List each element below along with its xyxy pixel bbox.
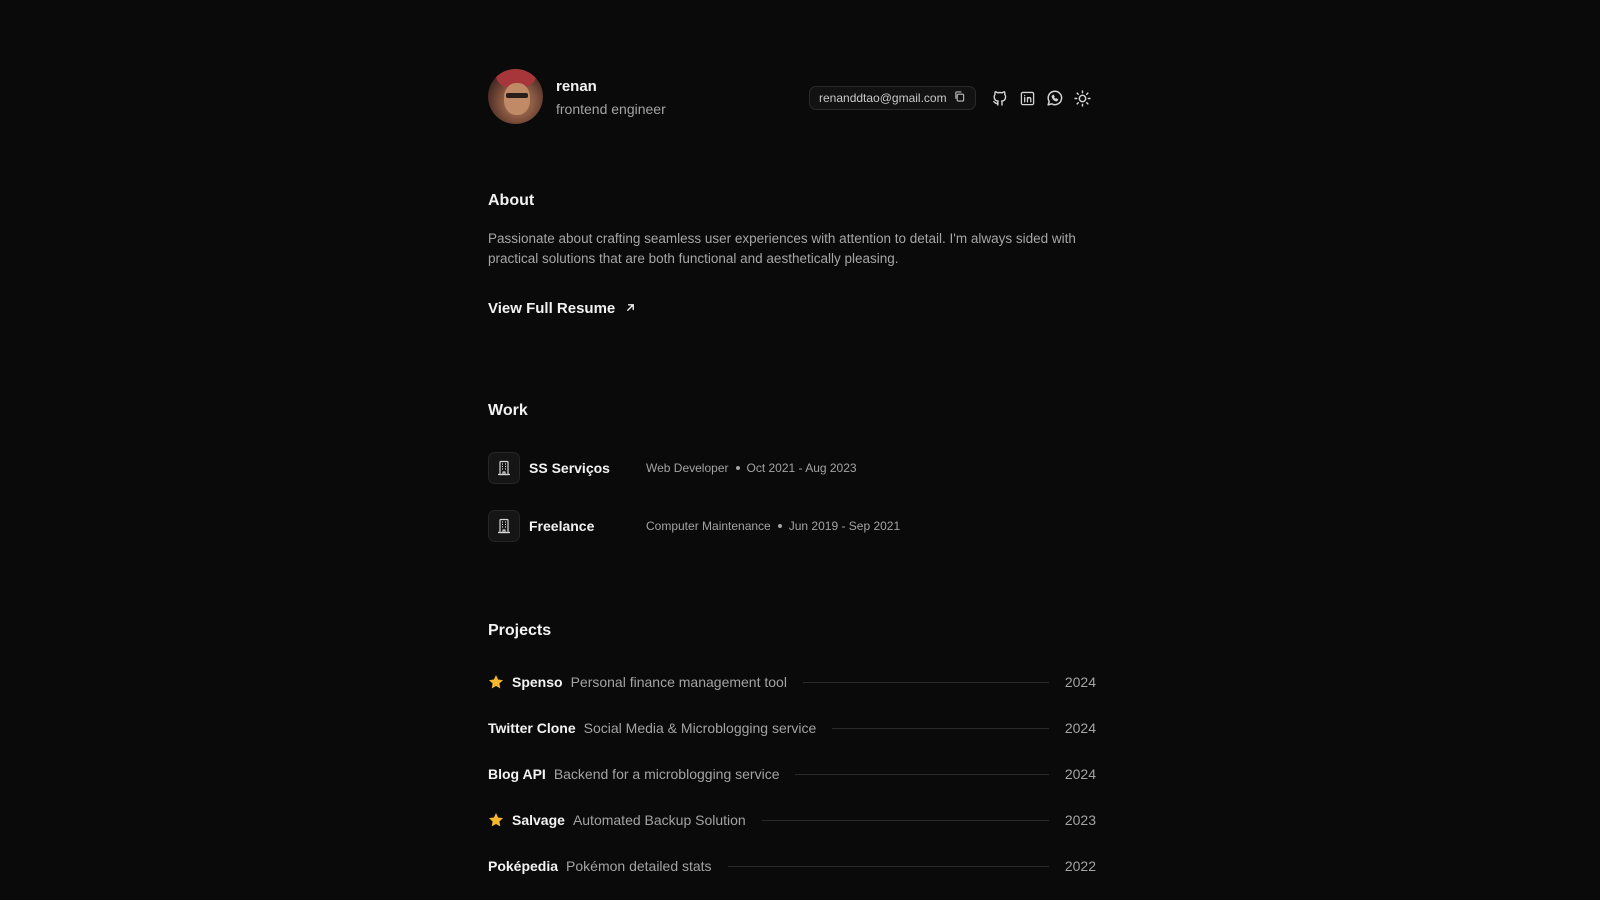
profile-role: frontend engineer xyxy=(556,101,666,117)
building-icon xyxy=(488,510,520,542)
work-heading: Work xyxy=(488,402,528,419)
project-year: 2023 xyxy=(1064,812,1096,828)
divider xyxy=(832,727,1049,729)
sun-icon[interactable] xyxy=(1072,88,1092,108)
work-position: Computer Maintenance xyxy=(646,519,771,533)
project-description: Pokémon detailed stats xyxy=(566,858,712,874)
arrow-up-right-icon xyxy=(625,300,636,317)
divider xyxy=(795,773,1049,775)
star-icon xyxy=(488,674,504,690)
project-row[interactable]: Blog API Backend for a microblogging ser… xyxy=(488,763,1096,785)
project-description: Backend for a microblogging service xyxy=(553,766,780,782)
project-year: 2024 xyxy=(1064,766,1096,782)
view-resume-link[interactable]: View Full Resume xyxy=(488,300,636,317)
project-row[interactable]: Salvage Automated Backup Solution 2023 xyxy=(488,809,1096,831)
project-description: Personal finance management tool xyxy=(570,674,787,690)
work-item[interactable]: Freelance Computer Maintenance Jun 2019 … xyxy=(488,510,1096,542)
github-icon[interactable] xyxy=(990,88,1010,108)
projects-heading: Projects xyxy=(488,622,552,639)
work-period: Oct 2021 - Aug 2023 xyxy=(746,461,857,475)
about-heading: About xyxy=(488,192,535,209)
email-copy-button[interactable]: renanddtao@gmail.com xyxy=(809,86,976,110)
project-description: Automated Backup Solution xyxy=(572,812,746,828)
project-name: Blog API xyxy=(488,766,546,782)
view-resume-label: View Full Resume xyxy=(488,300,616,317)
project-row[interactable]: Twitter Clone Social Media & Microbloggi… xyxy=(488,717,1096,739)
building-icon xyxy=(488,452,520,484)
profile-header: renan frontend engineer renanddtao@gmail… xyxy=(488,69,1096,125)
work-company: SS Serviços xyxy=(529,460,610,476)
separator-dot xyxy=(777,524,782,528)
project-year: 2022 xyxy=(1064,858,1096,874)
work-position: Web Developer xyxy=(646,461,729,475)
work-company: Freelance xyxy=(529,518,595,534)
project-row[interactable]: Poképedia Pokémon detailed stats 2022 xyxy=(488,855,1096,877)
project-name: Poképedia xyxy=(488,858,559,874)
email-text: renanddtao@gmail.com xyxy=(819,91,947,105)
separator-dot xyxy=(735,466,740,470)
work-item[interactable]: SS Serviços Web Developer Oct 2021 - Aug… xyxy=(488,452,1096,484)
project-year: 2024 xyxy=(1064,720,1096,736)
star-icon xyxy=(488,812,504,828)
divider xyxy=(727,865,1049,867)
project-row[interactable]: Spenso Personal finance management tool … xyxy=(488,671,1096,693)
project-name: Twitter Clone xyxy=(488,720,576,736)
work-meta: Web Developer Oct 2021 - Aug 2023 xyxy=(646,461,857,475)
avatar xyxy=(488,69,543,124)
project-name: Spenso xyxy=(512,674,563,690)
whatsapp-icon[interactable] xyxy=(1044,88,1064,108)
profile-name: renan xyxy=(556,78,597,95)
divider xyxy=(802,681,1049,683)
work-period: Jun 2019 - Sep 2021 xyxy=(788,519,901,533)
project-year: 2024 xyxy=(1064,674,1096,690)
work-meta: Computer Maintenance Jun 2019 - Sep 2021 xyxy=(646,519,900,533)
copy-icon xyxy=(954,91,965,105)
project-name: Salvage xyxy=(512,812,565,828)
project-description: Social Media & Microblogging service xyxy=(583,720,817,736)
about-text: Passionate about crafting seamless user … xyxy=(488,231,1076,266)
linkedin-icon[interactable] xyxy=(1017,88,1037,108)
divider xyxy=(761,819,1049,821)
